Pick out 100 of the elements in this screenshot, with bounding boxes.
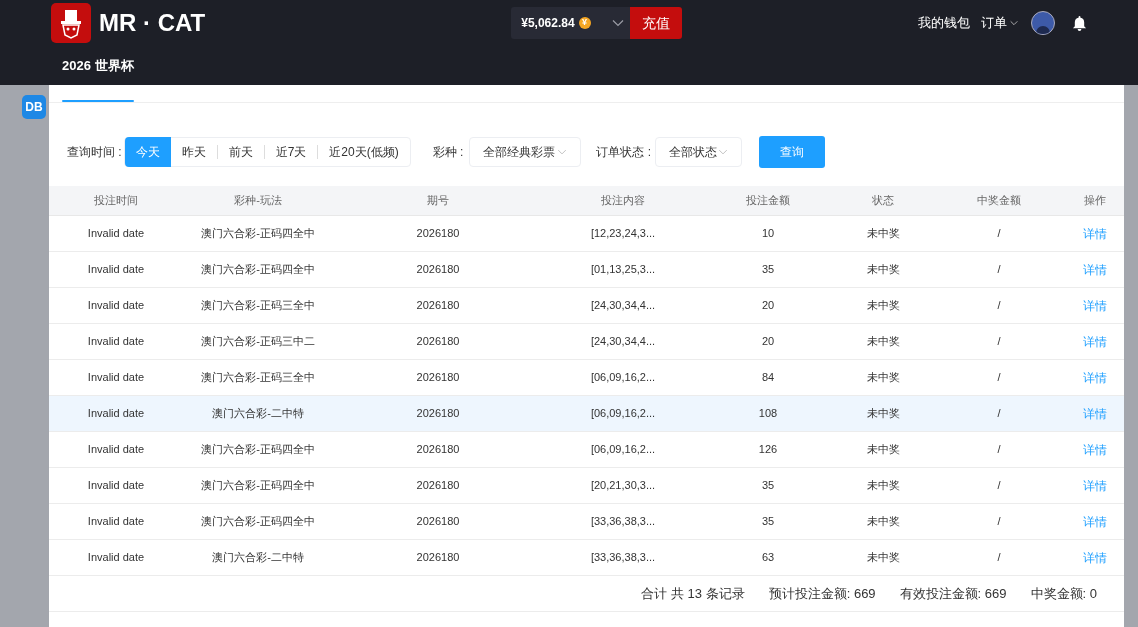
table-cell-text: Invalid date bbox=[87, 406, 145, 422]
table-cell-text: Invalid date bbox=[87, 478, 145, 494]
time-option[interactable]: 今天 bbox=[124, 137, 171, 167]
table-cell-text: [33,36,38,3... bbox=[590, 514, 656, 530]
details-link[interactable]: 详情 bbox=[1082, 260, 1107, 279]
time-option[interactable]: 昨天 bbox=[170, 137, 217, 167]
table-cell-text: 未中奖 bbox=[866, 370, 900, 386]
table-cell-text: Invalid date bbox=[87, 298, 145, 314]
status-select[interactable]: 全部状态 bbox=[655, 137, 743, 167]
table-cell-text: [33,36,38,3... bbox=[590, 550, 656, 566]
details-link[interactable]: 详情 bbox=[1082, 296, 1107, 315]
table-cell-text: / bbox=[997, 514, 1001, 530]
summary-text: 有效投注金额: 669 bbox=[899, 584, 1007, 603]
details-link[interactable]: 详情 bbox=[1082, 368, 1107, 387]
wallet-link[interactable]: 我的钱包 bbox=[918, 13, 970, 33]
column-header: 投注时间 bbox=[93, 193, 139, 209]
table-cell-text: 35 bbox=[761, 478, 775, 494]
table-cell-text: Invalid date bbox=[87, 442, 145, 458]
column-header: 操作 bbox=[1082, 193, 1107, 209]
table-cell-text: 澳门六合彩-正码四全中 bbox=[201, 514, 315, 530]
query-button[interactable]: 查询 bbox=[759, 136, 826, 168]
column-header: 彩种-玩法 bbox=[233, 193, 283, 209]
table-cell-text: 2026180 bbox=[416, 334, 460, 350]
table-cell-text: 2026180 bbox=[416, 298, 460, 314]
summary-text: 中奖金额: 0 bbox=[1030, 584, 1097, 603]
table-cell-text: 未中奖 bbox=[866, 442, 900, 458]
time-option[interactable]: 近7天 bbox=[264, 137, 318, 167]
coin-icon: ¥ bbox=[578, 17, 591, 29]
table-cell-text: 澳门六合彩-正码四全中 bbox=[201, 478, 315, 494]
table-cell-text: [06,09,16,2... bbox=[590, 406, 656, 422]
chevron-down-icon bbox=[718, 149, 729, 155]
table-cell-text: Invalid date bbox=[87, 262, 145, 278]
table-cell-text: [01,13,25,3... bbox=[590, 262, 656, 278]
bell-icon[interactable] bbox=[1072, 15, 1087, 31]
status-label: 订单状态 : bbox=[596, 144, 652, 161]
table-cell-text: 2026180 bbox=[416, 442, 460, 458]
table-cell-text: 未中奖 bbox=[866, 550, 900, 566]
table-cell-text: / bbox=[997, 406, 1001, 422]
table-cell-text: / bbox=[997, 550, 1001, 566]
column-header: 投注金额 bbox=[745, 193, 791, 209]
table-cell-text: / bbox=[997, 478, 1001, 494]
brand-name: MR · CAT bbox=[99, 8, 206, 38]
orders-menu[interactable]: 订单 bbox=[981, 13, 1018, 33]
summary-text: 预计投注金额: 669 bbox=[768, 584, 876, 603]
lottery-select[interactable]: 全部经典彩票 bbox=[469, 137, 582, 167]
details-link[interactable]: 详情 bbox=[1082, 512, 1107, 531]
table-cell-text: [24,30,34,4... bbox=[590, 298, 656, 314]
table-cell-text: 澳门六合彩-二中特 bbox=[212, 550, 304, 566]
table-cell-text: / bbox=[997, 298, 1001, 314]
table-cell-text: Invalid date bbox=[87, 550, 145, 566]
details-link[interactable]: 详情 bbox=[1082, 224, 1107, 243]
table-cell-text: 2026180 bbox=[416, 370, 460, 386]
table-cell-text: 澳门六合彩-正码三全中 bbox=[201, 370, 315, 386]
table-cell-text: 84 bbox=[761, 370, 775, 386]
time-option[interactable]: 前天 bbox=[217, 137, 264, 167]
table-cell-text: Invalid date bbox=[87, 514, 145, 530]
table-cell-text: 澳门六合彩-二中特 bbox=[212, 406, 304, 422]
table-cell-text: / bbox=[997, 262, 1001, 278]
time-option[interactable]: 近20天(低频) bbox=[318, 137, 410, 167]
table-cell-text: 未中奖 bbox=[866, 226, 900, 242]
table-cell-text: / bbox=[997, 370, 1001, 386]
table-cell-text: 63 bbox=[761, 550, 775, 566]
table-cell-text: 2026180 bbox=[416, 478, 460, 494]
details-link[interactable]: 详情 bbox=[1082, 440, 1107, 459]
table-cell-text: 澳门六合彩-正码四全中 bbox=[201, 226, 315, 242]
details-link[interactable]: 详情 bbox=[1082, 548, 1107, 567]
chevron-down-icon bbox=[557, 149, 568, 155]
table-cell-text: / bbox=[997, 226, 1001, 242]
table-cell-text: / bbox=[997, 334, 1001, 350]
table-cell-text: 35 bbox=[761, 514, 775, 530]
table-cell-text: 澳门六合彩-正码三全中 bbox=[201, 298, 315, 314]
table-cell-text: 2026180 bbox=[416, 550, 460, 566]
column-header: 投注内容 bbox=[600, 193, 646, 209]
details-link[interactable]: 详情 bbox=[1082, 332, 1107, 351]
table-cell-text: 未中奖 bbox=[866, 334, 900, 350]
table-cell-text: 2026180 bbox=[416, 514, 460, 530]
table-cell-text: 35 bbox=[761, 262, 775, 278]
column-header: 中奖金额 bbox=[976, 193, 1022, 209]
chevron-down-icon bbox=[612, 19, 625, 27]
table-cell-text: 未中奖 bbox=[866, 514, 900, 530]
table-cell-text: 澳门六合彩-正码四全中 bbox=[201, 442, 315, 458]
table-cell-text: [24,30,34,4... bbox=[590, 334, 656, 350]
avatar[interactable] bbox=[1031, 11, 1055, 35]
table-cell-text: 未中奖 bbox=[866, 478, 900, 494]
column-header: 期号 bbox=[426, 193, 450, 209]
table-cell-text: 2026180 bbox=[416, 262, 460, 278]
balance-dropdown[interactable]: ¥5,062.84 ¥ bbox=[511, 7, 631, 39]
details-link[interactable]: 详情 bbox=[1082, 404, 1107, 423]
table-cell-text: 108 bbox=[758, 406, 778, 422]
table-cell-text: / bbox=[997, 442, 1001, 458]
summary-text: 合计 共 13 条记录 bbox=[641, 584, 745, 603]
table-cell-text: [12,23,24,3... bbox=[590, 226, 656, 242]
details-link[interactable]: 详情 bbox=[1082, 476, 1107, 495]
nav-item[interactable]: 2026 世界杯 bbox=[62, 55, 134, 76]
column-header: 状态 bbox=[871, 193, 895, 209]
table-cell-text: 2026180 bbox=[416, 406, 460, 422]
table-cell-text: 未中奖 bbox=[866, 406, 900, 422]
table-cell-text: 未中奖 bbox=[866, 262, 900, 278]
recharge-button[interactable]: 充值 bbox=[630, 7, 683, 39]
cat-logo-icon bbox=[51, 3, 91, 43]
